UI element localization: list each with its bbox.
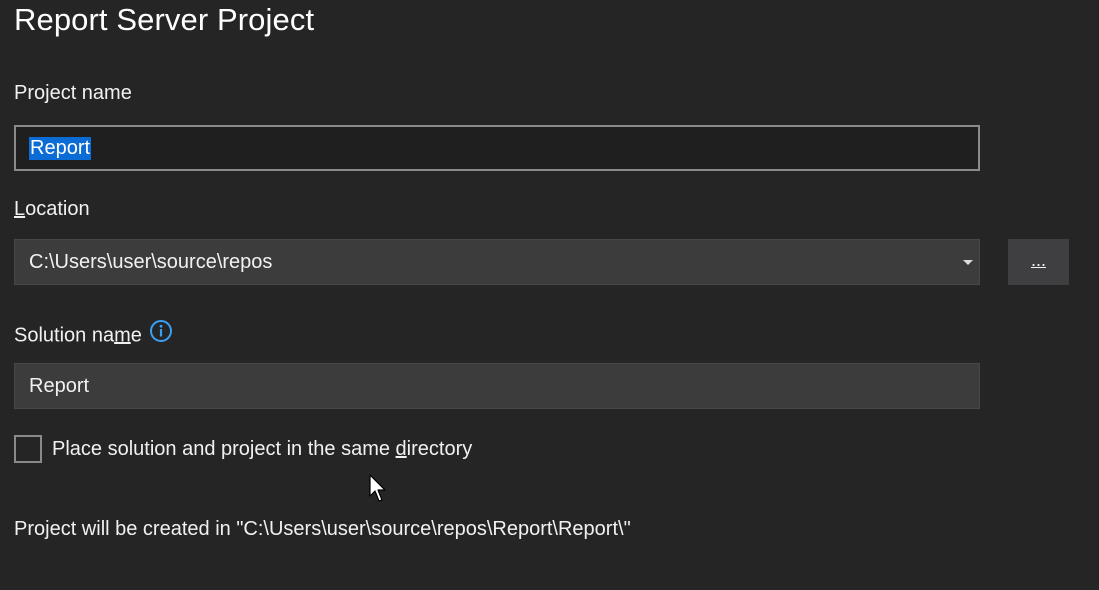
location-label-mnemonic: L <box>14 198 26 220</box>
chevron-down-icon[interactable] <box>963 260 973 265</box>
same-directory-label-post: irectory <box>406 438 473 460</box>
solution-name-label-pre: Solution na <box>14 324 115 347</box>
project-name-input[interactable]: Report <box>14 125 980 171</box>
same-directory-checkbox[interactable] <box>14 435 42 463</box>
solution-name-label-post: e <box>130 324 142 347</box>
location-label-rest: ocation <box>25 198 90 220</box>
browse-button-label: ... <box>1030 249 1046 270</box>
location-label: Location <box>14 198 90 221</box>
browse-button[interactable]: ... <box>1008 239 1069 285</box>
solution-name-label-mnemonic: m <box>114 324 131 347</box>
page-title: Report Server Project <box>14 2 315 37</box>
same-directory-label[interactable]: Place solution and project in the same d… <box>52 438 472 461</box>
new-project-dialog: Report Server Project Project name Repor… <box>0 0 1099 590</box>
solution-name-label: Solution name <box>14 319 173 351</box>
solution-name-input[interactable]: Report <box>14 363 980 409</box>
same-directory-label-pre: Place solution and project in the same <box>52 438 396 460</box>
info-icon[interactable] <box>149 319 173 349</box>
solution-name-value: Report <box>29 374 90 397</box>
same-directory-label-mnemonic: d <box>395 438 407 460</box>
project-name-label: Project name <box>14 82 132 104</box>
mouse-cursor-icon <box>369 474 389 509</box>
project-path-preview: Project will be created in "C:\Users\use… <box>14 518 631 540</box>
location-value: C:\Users\user\source\repos <box>29 250 273 273</box>
project-name-value: Report <box>29 136 92 160</box>
location-combobox[interactable]: C:\Users\user\source\repos <box>14 239 980 285</box>
